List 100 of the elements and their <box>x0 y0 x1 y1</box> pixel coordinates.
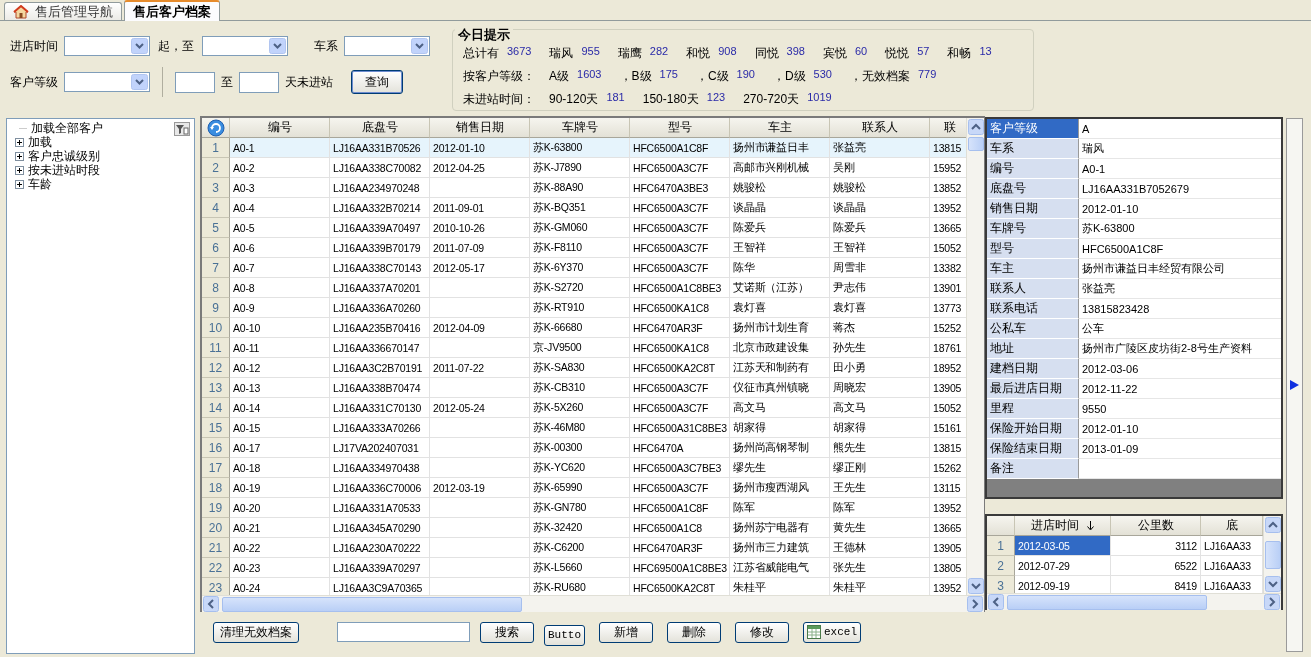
table-row[interactable]: 19 A0-20 LJ16AA331A70533 苏K-GN780 HFC6500A1C8F 陈军 陈军 13952 <box>202 498 966 518</box>
property-label[interactable]: 型号 <box>987 239 1079 259</box>
table-row[interactable]: 18 A0-19 LJ16AA336C70006 2012-03-19 苏K-65990 HFC6500A3C7F 扬州市瘦西湖风 王先生 13115 <box>202 478 966 498</box>
column-header[interactable]: 车主 <box>730 118 830 138</box>
action-button[interactable]: 修改 <box>735 621 789 643</box>
column-header[interactable]: 底 <box>1201 516 1263 536</box>
action-button[interactable]: 删除 <box>667 621 721 643</box>
column-header[interactable]: 联 <box>930 118 966 138</box>
column-header[interactable]: 公里数 <box>1111 516 1201 536</box>
excel-button[interactable]: excel <box>803 621 862 643</box>
tree-item[interactable]: 车龄 <box>15 177 52 191</box>
table-row[interactable]: 7 A0-7 LJ16AA338C70143 2012-05-17 苏K-6Y370 HFC6500A3C7F 陈华 周雪非 13382 <box>202 258 966 278</box>
property-label[interactable]: 销售日期 <box>987 199 1079 219</box>
scroll-left-icon[interactable] <box>203 596 219 612</box>
action-button[interactable]: 搜索 <box>480 621 534 643</box>
scroll-right-icon[interactable] <box>1264 594 1280 610</box>
table-row[interactable]: 8 A0-8 LJ16AA337A70201 苏K-S2720 HFC6500A1C8BE3 艾诺斯（江苏） 尹志伟 13901 <box>202 278 966 298</box>
table-row[interactable]: 11 A0-11 LJ16AA336670147 京-JV9500 HFC6500KA1C8 北京市政建设集 孙先生 18761 <box>202 338 966 358</box>
property-label[interactable]: 编号 <box>987 159 1079 179</box>
search-field[interactable] <box>337 622 470 642</box>
action-button[interactable]: 清理无效档案 <box>213 621 299 643</box>
plus-box-icon[interactable] <box>15 151 24 161</box>
column-header[interactable]: 车牌号 <box>530 118 630 138</box>
column-header[interactable]: 进店时间 <box>1015 516 1111 536</box>
row-number: 22 <box>202 558 230 578</box>
plus-box-icon[interactable] <box>15 137 24 147</box>
table-row[interactable]: 6 A0-6 LJ16AA339B70179 2011-07-09 苏K-F8110 HFC6500A3C7F 王智祥 王智祥 15052 <box>202 238 966 258</box>
property-label[interactable]: 里程 <box>987 399 1079 419</box>
property-label[interactable]: 最后进店日期 <box>987 379 1079 399</box>
property-label[interactable]: 建档日期 <box>987 359 1079 379</box>
tab[interactable]: 售后管理导航 <box>4 2 122 20</box>
dropdown-field[interactable] <box>64 72 150 92</box>
table-row[interactable]: 1 A0-1 LJ16AA331B70526 2012-01-10 苏K-63800 HFC6500A1C8F 扬州市谦益日丰 张益亮 13815 <box>202 138 966 158</box>
property-label[interactable]: 地址 <box>987 339 1079 359</box>
property-label[interactable]: 联系电话 <box>987 299 1079 319</box>
dropdown-field[interactable] <box>344 36 430 56</box>
stat-label: 宾悦 <box>822 44 847 62</box>
tab[interactable]: 售后客户档案 <box>124 0 220 21</box>
table-row[interactable]: 3 2012-09-19 8419 LJ16AA33 <box>987 576 1263 593</box>
table-row[interactable]: 2 2012-07-29 6522 LJ16AA33 <box>987 556 1263 576</box>
row-number: 2 <box>202 158 230 178</box>
table-row[interactable]: 4 A0-4 LJ16AA332B70214 2011-09-01 苏K-BQ351 HFC6500A3C7F 谈晶晶 谈晶晶 13952 <box>202 198 966 218</box>
property-label[interactable]: 保险开始日期 <box>987 419 1079 439</box>
input-field[interactable] <box>239 71 279 93</box>
table-row[interactable]: 9 A0-9 LJ16AA336A70260 苏K-RT910 HFC6500KA1C8 袁灯喜 袁灯喜 13773 <box>202 298 966 318</box>
column-header[interactable]: 销售日期 <box>430 118 530 138</box>
table-row[interactable]: 1 2012-03-05 3112 LJ16AA33 <box>987 536 1263 556</box>
scrollbar-thumb[interactable] <box>1265 540 1281 569</box>
property-label[interactable]: 公私车 <box>987 319 1079 339</box>
property-label[interactable]: 联系人 <box>987 279 1079 299</box>
corner-header[interactable] <box>202 118 230 138</box>
property-label[interactable]: 车牌号 <box>987 219 1079 239</box>
table-row[interactable]: 10 A0-10 LJ16AA235B70416 2012-04-09 苏K-66680 HFC6470AR3F 扬州市计划生育 蒋杰 15252 <box>202 318 966 338</box>
table-row[interactable]: 16 A0-17 LJ17VA202407031 苏K-00300 HFC6470A 扬州尚高钢琴制 熊先生 13815 <box>202 438 966 458</box>
table-row[interactable]: 5 A0-5 LJ16AA339A70497 2010-10-26 苏K-GM060 HFC6500A3C7F 陈爱兵 陈爱兵 13665 <box>202 218 966 238</box>
tree-item[interactable]: 按未进站时段 <box>15 163 100 177</box>
dropdown-field[interactable] <box>202 36 288 56</box>
scroll-right-icon[interactable] <box>967 596 983 612</box>
scroll-down-icon[interactable] <box>968 578 984 594</box>
input-field[interactable] <box>175 71 215 93</box>
plus-box-icon[interactable] <box>15 165 24 175</box>
column-header[interactable]: 编号 <box>230 118 330 138</box>
table-row[interactable]: 2 A0-2 LJ16AA338C70082 2012-04-25 苏K-J7890 HFC6500A3C7F 高邮市兴刚机械 吴刚 15952 <box>202 158 966 178</box>
tree-item[interactable]: 加载 <box>15 135 52 149</box>
filter-icon[interactable] <box>174 122 190 136</box>
table-row[interactable]: 21 A0-22 LJ16AA230A70222 苏K-C6200 HFC6470AR3F 扬州市三力建筑 王德林 13905 <box>202 538 966 558</box>
table-row[interactable]: 15 A0-15 LJ16AA333A70266 苏K-46M80 HFC6500A31C8BE3 胡家得 胡家得 15161 <box>202 418 966 438</box>
scrollbar-thumb[interactable] <box>1007 594 1207 610</box>
property-label[interactable]: 底盘号 <box>987 179 1079 199</box>
column-header[interactable]: 底盘号 <box>330 118 430 138</box>
scroll-left-icon[interactable] <box>988 594 1004 610</box>
table-row[interactable]: 17 A0-18 LJ16AA334970438 苏K-YC620 HFC6500A3C7BE3 缪先生 缪正刚 15262 <box>202 458 966 478</box>
refresh-icon[interactable] <box>206 118 225 137</box>
table-row[interactable]: 3 A0-3 LJ16AA234970248 苏K-88A90 HFC6470A3BE3 姚骏松 姚骏松 13852 <box>202 178 966 198</box>
table-row[interactable]: 13 A0-13 LJ16AA338B70474 苏K-CB310 HFC6500A3C7F 仪征市真州镇晓 周晓宏 13905 <box>202 378 966 398</box>
column-header[interactable]: 型号 <box>630 118 730 138</box>
tree-item[interactable]: 加载全部客户 <box>15 121 103 135</box>
tree-item[interactable]: 客户忠诚级别 <box>15 149 100 163</box>
table-row[interactable]: 14 A0-14 LJ16AA331C70130 2012-05-24 苏K-5X260 HFC6500A3C7F 高文马 高文马 15052 <box>202 398 966 418</box>
query-button[interactable]: 查询 <box>351 70 403 94</box>
property-value: A <box>1079 119 1281 139</box>
table-row[interactable]: 22 A0-23 LJ16AA339A70297 苏K-L5660 HFC69500A1C8BE3 江苏省威能电气 张先生 13805 <box>202 558 966 578</box>
scroll-up-icon[interactable] <box>1265 517 1281 533</box>
scroll-down-icon[interactable] <box>1265 576 1281 592</box>
plus-box-icon[interactable] <box>15 179 24 189</box>
dropdown-field[interactable] <box>64 36 150 56</box>
property-label[interactable]: 备注 <box>987 459 1079 479</box>
column-header[interactable]: 联系人 <box>830 118 930 138</box>
property-label[interactable]: 车主 <box>987 259 1079 279</box>
action-button[interactable]: Butto <box>544 624 585 646</box>
action-button[interactable]: 新增 <box>599 621 653 643</box>
table-row[interactable]: 12 A0-12 LJ16AA3C2B70191 2011-07-22 苏K-SA830 HFC6500KA2C8T 江苏天和制药有 田小勇 18952 <box>202 358 966 378</box>
table-row[interactable]: 20 A0-21 LJ16AA345A70290 苏K-32420 HFC6500A1C8 扬州苏宁电器有 黄先生 13665 <box>202 518 966 538</box>
property-label[interactable]: 车系 <box>987 139 1079 159</box>
property-label[interactable]: 保险结束日期 <box>987 439 1079 459</box>
scroll-up-icon[interactable] <box>968 119 984 135</box>
property-label[interactable]: 客户等级 <box>987 119 1079 139</box>
scrollbar-thumb[interactable] <box>968 137 984 151</box>
scrollbar-thumb[interactable] <box>222 596 522 612</box>
side-panel-toggle[interactable] <box>1286 118 1303 652</box>
